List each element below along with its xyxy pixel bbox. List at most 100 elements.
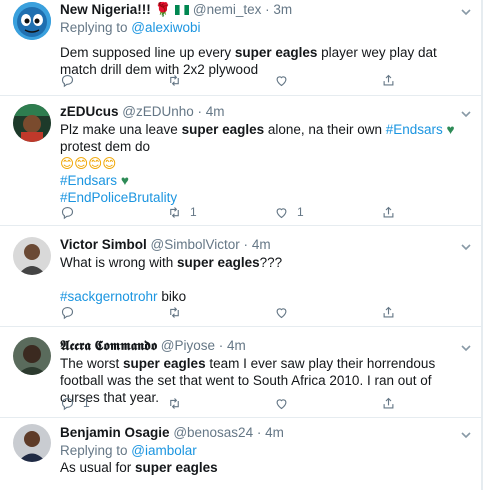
separator-dot: ·	[218, 338, 224, 353]
tweet-header: Victor Simbol @SimbolVictor · 4m	[60, 236, 457, 254]
tweet-feed: New Nigeria!!! 🌹 @nemi_tex · 3m Replying…	[0, 0, 483, 490]
like-count: 1	[297, 205, 304, 219]
share-button[interactable]	[381, 395, 396, 411]
green-heart-icon: ♥	[120, 173, 129, 188]
share-icon	[383, 74, 394, 85]
timestamp[interactable]: 4m	[206, 104, 225, 119]
share-button[interactable]	[381, 304, 396, 320]
timestamp[interactable]: 4m	[265, 425, 284, 440]
reply-icon	[61, 206, 74, 219]
tweet[interactable]: zEDUcus @zEDUnho · 4m Plz make una leave…	[0, 96, 483, 226]
tweet[interactable]: New Nigeria!!! 🌹 @nemi_tex · 3m Replying…	[0, 0, 483, 96]
display-name[interactable]: Victor Simbol	[60, 237, 147, 252]
share-icon	[383, 306, 394, 317]
avatar[interactable]	[13, 104, 51, 142]
retweet-button[interactable]	[167, 72, 190, 88]
replying-to: Replying to @iambolar	[60, 442, 457, 459]
rose-icon: 🌹	[154, 2, 172, 17]
tweet-text: #sackgernotrohr biko	[60, 288, 457, 305]
reply-button[interactable]	[60, 304, 83, 320]
separator-dot: ·	[265, 2, 270, 17]
chevron-down-icon[interactable]	[459, 107, 473, 121]
tweet-text-part: Plz make una leave	[60, 122, 182, 137]
tweet-header: Benjamin Osagie @benosas24 · 4m	[60, 424, 457, 442]
highlighted-keyword: super eagles	[123, 356, 206, 371]
tweet-text-part: biko	[157, 289, 187, 304]
chevron-down-icon[interactable]	[459, 240, 473, 254]
tweet[interactable]: Victor Simbol @SimbolVictor · 4m What is…	[0, 226, 483, 327]
reply-icon	[61, 306, 74, 319]
tweet-text-part: alone, na their own	[264, 122, 386, 137]
like-button[interactable]	[274, 304, 297, 320]
tweet[interactable]: 𝕬𝖈𝖈𝖗𝖆 𝕮𝖔𝖒𝖒𝖆𝖓𝖉𝖔 @Piyose · 4m The worst su…	[0, 327, 483, 418]
timestamp[interactable]: 3m	[273, 2, 292, 17]
reply-button[interactable]	[60, 204, 83, 220]
chevron-down-icon[interactable]	[459, 5, 473, 19]
display-name[interactable]: Benjamin Osagie	[60, 425, 170, 440]
display-name[interactable]: 𝕬𝖈𝖈𝖗𝖆 𝕮𝖔𝖒𝖒𝖆𝖓𝖉𝖔	[60, 338, 157, 353]
replying-to: Replying to @alexiwobi	[60, 19, 457, 36]
share-icon	[383, 206, 394, 217]
retweet-button[interactable]	[167, 304, 190, 320]
reply-icon	[61, 74, 74, 87]
user-handle[interactable]: @benosas24	[173, 425, 253, 440]
replying-to-link[interactable]: @alexiwobi	[131, 20, 200, 35]
avatar[interactable]	[13, 237, 51, 275]
reply-button[interactable]	[60, 72, 83, 88]
share-button[interactable]	[381, 72, 396, 88]
tweet-text: Plz make una leave super eagles alone, n…	[60, 121, 457, 155]
avatar-image	[13, 424, 51, 462]
retweet-icon	[170, 74, 179, 86]
avatar-image	[13, 237, 51, 275]
separator-dot: ·	[256, 425, 262, 440]
reply-button[interactable]: 1	[60, 395, 90, 411]
hashtag-line: #Endsars ♥	[60, 172, 457, 189]
timestamp[interactable]: 4m	[252, 237, 271, 252]
tweet-actions: 1	[60, 395, 460, 411]
tweet-text: As usual for super eagles	[60, 459, 457, 476]
display-name[interactable]: zEDUcus	[60, 104, 119, 119]
tweet-text-part: Dem supposed line up every	[60, 45, 235, 60]
hashtag-link[interactable]: #Endsars	[386, 122, 443, 137]
reply-count: 1	[83, 396, 90, 410]
retweet-icon	[170, 206, 179, 218]
retweet-button[interactable]	[167, 395, 190, 411]
highlighted-keyword: super eagles	[177, 255, 260, 270]
user-handle[interactable]: @zEDUnho	[122, 104, 193, 119]
display-name[interactable]: New Nigeria!!!	[60, 2, 151, 17]
tweet-text-part: ???	[259, 255, 283, 270]
hashtag-link[interactable]: #sackgernotrohr	[60, 289, 158, 304]
reply-icon	[61, 397, 74, 410]
share-button[interactable]	[381, 204, 396, 220]
replying-to-link[interactable]: @iambolar	[131, 443, 196, 458]
avatar-image	[13, 337, 51, 375]
hashtag-link[interactable]: #Endsars	[60, 173, 117, 188]
tweet-actions	[60, 304, 460, 320]
avatar-image	[13, 2, 51, 40]
user-handle[interactable]: @nemi_tex	[193, 2, 261, 17]
tweet-text-part: As usual for	[60, 460, 136, 475]
hashtag-link[interactable]: #EndPoliceBrutality	[60, 190, 177, 205]
tweet-actions: 1 1	[60, 204, 460, 220]
share-icon	[383, 397, 394, 408]
avatar[interactable]	[13, 337, 51, 375]
like-icon	[276, 398, 287, 409]
emoji-line: 😊😊😊😊	[60, 156, 117, 171]
avatar-image	[13, 104, 51, 142]
timestamp[interactable]: 4m	[227, 338, 246, 353]
chevron-down-icon[interactable]	[459, 428, 473, 442]
retweet-button[interactable]: 1	[167, 204, 197, 220]
avatar[interactable]	[13, 2, 51, 40]
like-button[interactable]: 1	[274, 204, 304, 220]
avatar[interactable]	[13, 424, 51, 462]
tweet[interactable]: Benjamin Osagie @benosas24 · 4m Replying…	[0, 418, 483, 490]
like-button[interactable]	[274, 395, 297, 411]
like-button[interactable]	[274, 72, 297, 88]
chevron-down-icon[interactable]	[459, 341, 473, 355]
separator-dot: ·	[243, 237, 249, 252]
tweet-text-part: protest dem do	[60, 139, 151, 154]
user-handle[interactable]: @SimbolVictor	[151, 237, 240, 252]
like-icon	[276, 307, 287, 318]
user-handle[interactable]: @Piyose	[161, 338, 215, 353]
tweet-text-part: What is wrong with	[60, 255, 178, 270]
